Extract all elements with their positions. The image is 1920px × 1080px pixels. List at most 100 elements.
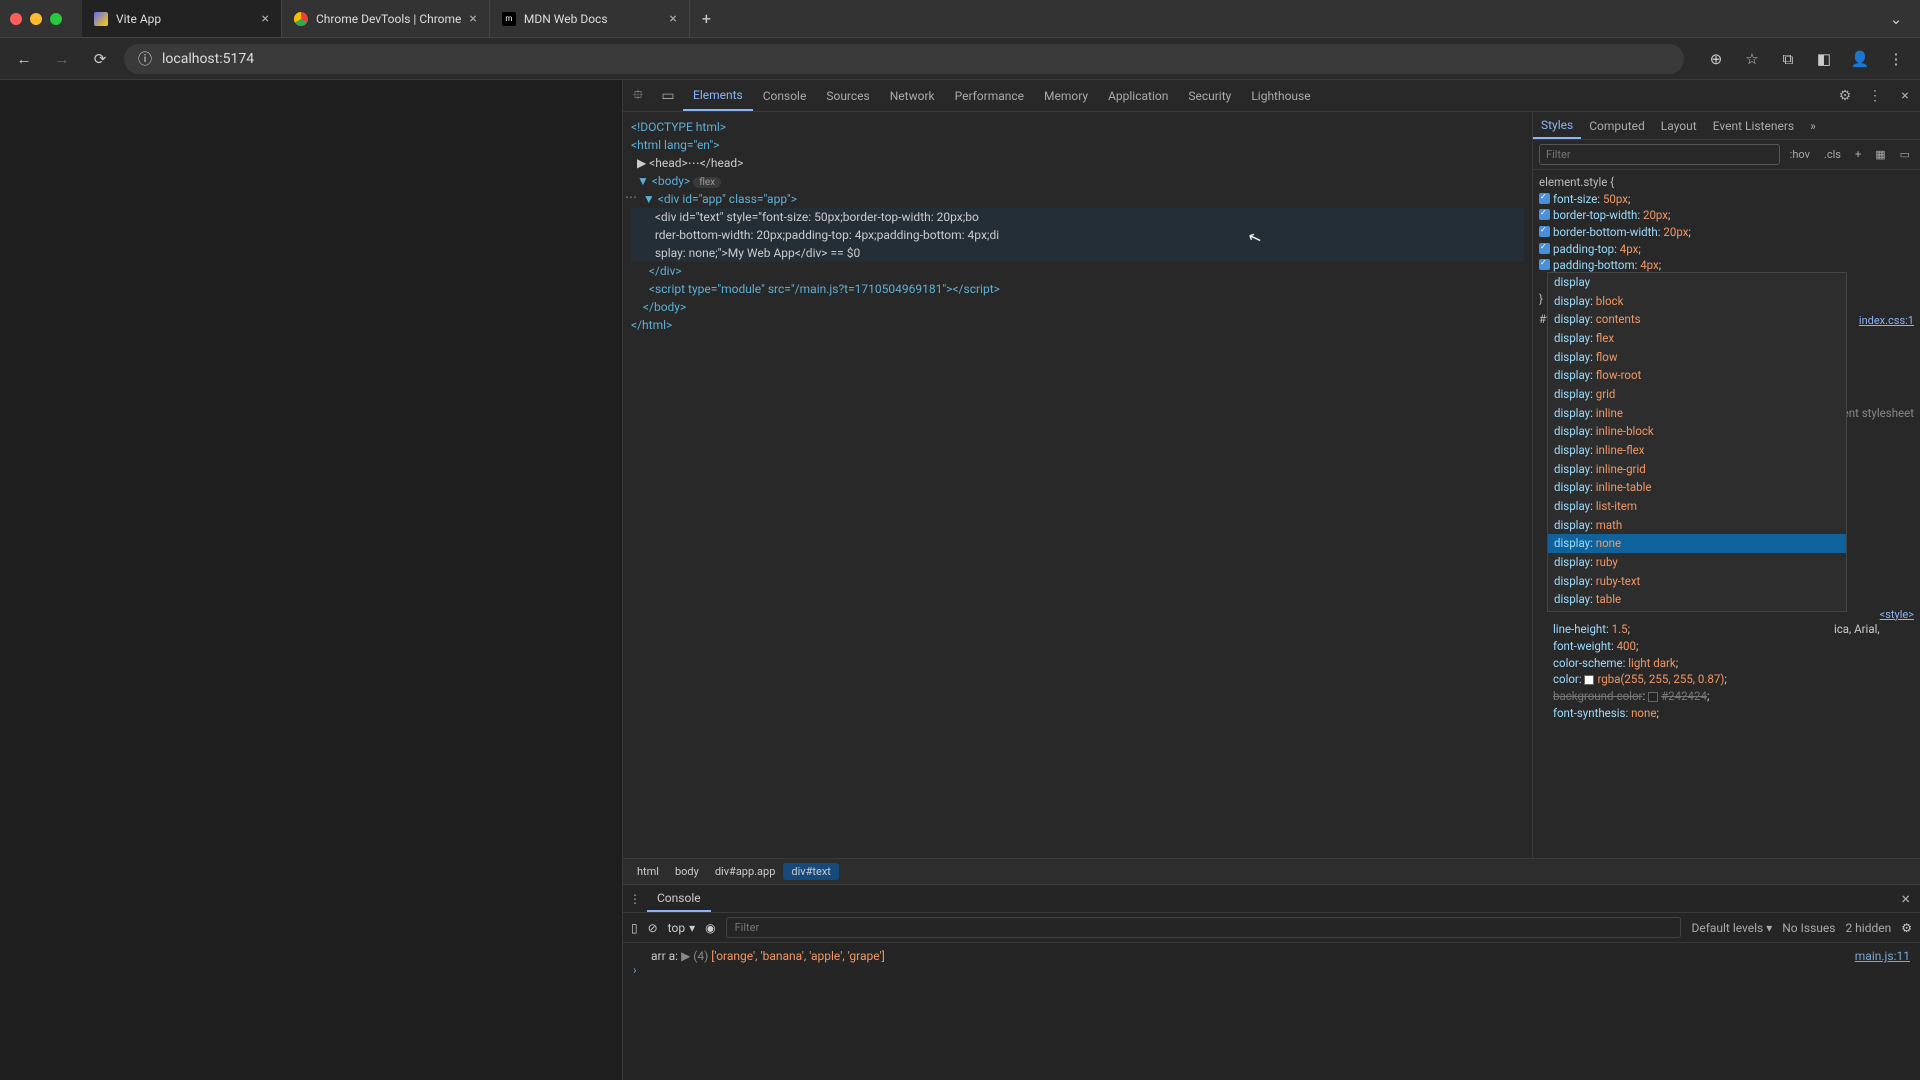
tab-styles[interactable]: Styles — [1533, 112, 1581, 139]
tab-security[interactable]: Security — [1178, 80, 1241, 111]
close-tab-icon[interactable]: × — [669, 11, 676, 27]
dom-app-close[interactable]: </div> — [631, 262, 1524, 280]
autocomplete-item[interactable]: display: none — [1548, 534, 1846, 553]
dom-text-div-line3[interactable]: splay: none;">My Web App</div> == $0 — [631, 244, 1524, 262]
autocomplete-item[interactable]: display: table-caption — [1548, 609, 1846, 612]
autocomplete-item[interactable]: display: table — [1548, 590, 1846, 609]
drawer-tab-console[interactable]: Console — [647, 885, 711, 912]
tab-mdn[interactable]: m MDN Web Docs × — [490, 0, 690, 37]
dom-tree[interactable]: ⋯ <!DOCTYPE html> <html lang="en"> ▶ <he… — [623, 112, 1532, 858]
crumb-app[interactable]: div#app.app — [707, 863, 784, 880]
css-autocomplete[interactable]: displaydisplay: blockdisplay: contentsdi… — [1547, 272, 1847, 612]
crumb-html[interactable]: html — [629, 863, 667, 880]
log-source-link[interactable]: main.js:11 — [1855, 949, 1910, 963]
tab-event-listeners[interactable]: Event Listeners — [1705, 112, 1802, 139]
hidden-count[interactable]: 2 hidden — [1845, 921, 1891, 935]
style-prop[interactable]: font-synthesis: none; — [1539, 705, 1914, 722]
autocomplete-item[interactable]: display: inline-flex — [1548, 441, 1846, 460]
rule-source-link[interactable]: index.css:1 — [1859, 313, 1914, 329]
extensions-icon[interactable]: ⧉ — [1774, 45, 1802, 73]
autocomplete-item[interactable]: display: flex — [1548, 329, 1846, 348]
console-log-area[interactable]: arr a: ▶ (4) ['orange', 'banana', 'apple… — [623, 943, 1920, 1080]
computed-toggle-icon[interactable]: ▦ — [1871, 148, 1889, 161]
side-tabs-expand[interactable]: » — [1802, 112, 1824, 139]
close-window-icon[interactable] — [10, 13, 22, 25]
reload-button[interactable]: ⟳ — [86, 45, 114, 73]
tab-memory[interactable]: Memory — [1034, 80, 1098, 111]
dom-app-open[interactable]: ▼ <div id="app" class="app"> — [631, 190, 1524, 208]
close-tab-icon[interactable]: × — [469, 11, 476, 27]
back-button[interactable]: ← — [10, 45, 38, 73]
forward-button[interactable]: → — [48, 45, 76, 73]
gear-icon[interactable]: ⚙ — [1830, 88, 1860, 104]
tab-console[interactable]: Console — [753, 80, 817, 111]
styles-filter-input[interactable] — [1539, 144, 1780, 165]
dom-text-div-line2[interactable]: rder-bottom-width: 20px;padding-top: 4px… — [631, 226, 1524, 244]
clear-console-icon[interactable]: ⊘ — [648, 921, 658, 935]
autocomplete-item[interactable]: display: ruby — [1548, 553, 1846, 572]
site-info-icon[interactable]: ⓘ — [138, 49, 152, 69]
console-prompt[interactable]: › — [633, 963, 645, 977]
new-tab-button[interactable]: + — [690, 9, 723, 28]
autocomplete-item[interactable]: display: inline-block — [1548, 422, 1846, 441]
autocomplete-item[interactable]: display: list-item — [1548, 497, 1846, 516]
inspect-element-icon[interactable]: ⯐ — [623, 84, 653, 108]
style-prop[interactable]: background-color: #242424; — [1539, 688, 1914, 705]
dom-html-open[interactable]: <html lang="en"> — [631, 138, 719, 152]
style-prop[interactable]: line-height: 1.5; — [1539, 621, 1914, 638]
close-tab-icon[interactable]: × — [262, 11, 269, 27]
execution-context[interactable]: top ▾ — [668, 921, 695, 935]
style-prop[interactable]: border-bottom-width: 20px; — [1539, 224, 1914, 241]
console-filter-input[interactable] — [726, 917, 1682, 938]
style-prop[interactable]: font-weight: 400; — [1539, 638, 1914, 655]
autocomplete-item[interactable]: display: inline-grid — [1548, 460, 1846, 479]
autocomplete-item[interactable]: display: inline-table — [1548, 478, 1846, 497]
issues-badge[interactable]: No Issues — [1782, 921, 1835, 935]
dom-body-open[interactable]: ▼ <body> flex — [631, 172, 1524, 190]
device-toolbar-icon[interactable]: ▭ — [653, 88, 683, 104]
live-expression-icon[interactable]: ◉ — [705, 921, 715, 935]
dom-script[interactable]: <script type="module" src="/main.js?t=17… — [631, 280, 1524, 298]
dom-html-close[interactable]: </html> — [631, 316, 1524, 334]
bookmark-icon[interactable]: ☆ — [1738, 45, 1766, 73]
flex-badge[interactable]: flex — [693, 177, 721, 188]
log-expand[interactable]: ▶ (4) — [681, 949, 708, 963]
style-prop[interactable]: color-scheme: light dark; — [1539, 655, 1914, 672]
autocomplete-item[interactable]: display: block — [1548, 292, 1846, 311]
tab-sources[interactable]: Sources — [816, 80, 879, 111]
autocomplete-item[interactable]: display — [1548, 273, 1846, 292]
autocomplete-item[interactable]: display: math — [1548, 516, 1846, 535]
maximize-window-icon[interactable] — [50, 13, 62, 25]
tab-application[interactable]: Application — [1098, 80, 1178, 111]
autocomplete-item[interactable]: display: flow — [1548, 348, 1846, 367]
menu-icon[interactable]: ⋮ — [1882, 45, 1910, 73]
tab-lighthouse[interactable]: Lighthouse — [1241, 80, 1320, 111]
chevron-down-icon[interactable]: ⌄ — [1882, 5, 1910, 33]
autocomplete-item[interactable]: display: ruby-text — [1548, 572, 1846, 591]
style-prop[interactable]: color: rgba(255, 255, 255, 0.87); — [1539, 671, 1914, 688]
more-icon[interactable]: ⋮ — [1860, 88, 1890, 104]
sidepanel-icon[interactable]: ◧ — [1810, 45, 1838, 73]
autocomplete-item[interactable]: display: flow-root — [1548, 366, 1846, 385]
console-settings-icon[interactable]: ⚙ — [1901, 921, 1912, 935]
styles-body[interactable]: element.style { font-size: 50px;border-t… — [1533, 170, 1920, 858]
tab-computed[interactable]: Computed — [1581, 112, 1653, 139]
dom-head[interactable]: ▶ <head>⋯</head> — [631, 154, 1524, 172]
profile-icon[interactable]: 👤 — [1846, 45, 1874, 73]
style-prop[interactable]: border-top-width: 20px; — [1539, 207, 1914, 224]
crumb-text[interactable]: div#text — [783, 863, 838, 880]
device-mode-icon[interactable]: ▭ — [1896, 148, 1914, 161]
tab-vite-app[interactable]: Vite App × — [82, 0, 282, 37]
dom-text-div[interactable]: <div id="text" style="font-size: 50px;bo… — [631, 208, 1524, 226]
autocomplete-item[interactable]: display: grid — [1548, 385, 1846, 404]
drawer-more-icon[interactable]: ⋮ — [623, 892, 647, 906]
rule-source-style[interactable]: <style> — [1880, 607, 1914, 623]
tab-network[interactable]: Network — [880, 80, 945, 111]
address-bar[interactable]: ⓘ localhost:5174 — [124, 44, 1684, 74]
close-devtools-icon[interactable]: × — [1890, 88, 1920, 104]
style-prop[interactable]: font-size: 50px; — [1539, 191, 1914, 208]
crumb-body[interactable]: body — [667, 863, 707, 880]
tab-elements[interactable]: Elements — [683, 80, 753, 111]
tab-chrome-devtools[interactable]: Chrome DevTools | Chrome × — [282, 0, 490, 37]
zoom-icon[interactable]: ⊕ — [1702, 45, 1730, 73]
